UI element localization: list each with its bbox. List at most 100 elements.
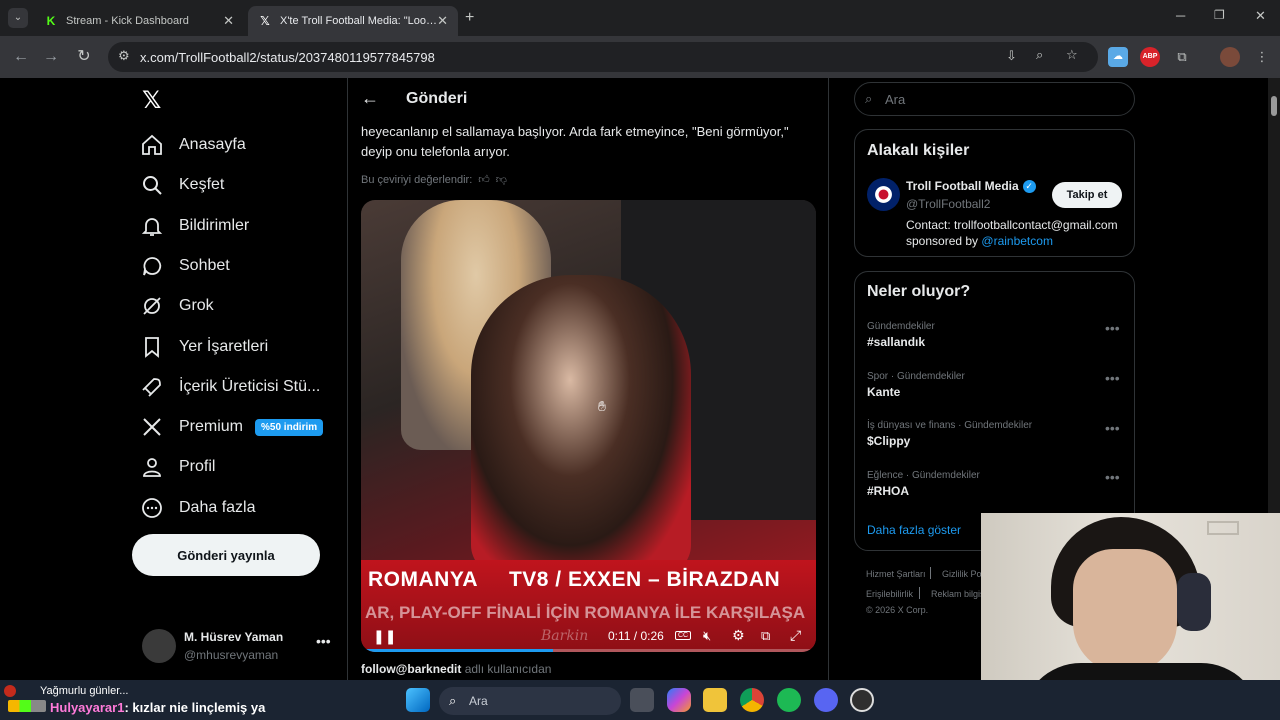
minimize-button[interactable]: ─ [1176, 8, 1185, 23]
account-name: M. Hüsrev Yaman [184, 630, 284, 644]
windows-start-icon[interactable] [406, 688, 430, 712]
search-input[interactable]: ⌕ Ara [854, 82, 1135, 116]
nav-notifications[interactable]: Bildirimler [140, 210, 249, 242]
mouse-cursor-icon: ✋︎ [598, 398, 606, 414]
credit-user-link[interactable]: follow@barknedit [361, 662, 461, 676]
zoom-icon[interactable]: ⌕ [1036, 47, 1043, 63]
kick-logo-icon: K [46, 14, 56, 28]
tab-kick-dashboard[interactable]: K Stream - Kick Dashboard ✕ [34, 6, 244, 36]
back-arrow-icon[interactable]: ← [361, 88, 379, 109]
trend-item[interactable]: Spor · Gündemdekiler Kante [867, 371, 965, 399]
profile-avatar[interactable] [1220, 47, 1240, 67]
site-info-icon[interactable]: ⚙ [118, 48, 130, 64]
video-time: 0:11 / 0:26 [608, 629, 664, 643]
extensions-puzzle-icon[interactable]: ⧉ [1172, 47, 1192, 67]
obs-icon[interactable] [850, 688, 874, 712]
sponsor-link[interactable]: @rainbetcom [981, 234, 1053, 248]
show-more-link[interactable]: Daha fazla göster [867, 523, 961, 537]
x-logo-icon [143, 418, 161, 436]
home-icon [142, 134, 162, 155]
nav-more[interactable]: Daha fazla [140, 492, 256, 524]
related-title: Alakalı kişiler [867, 142, 970, 159]
nav-creator-studio[interactable]: İçerik Üreticisi Stü... [140, 371, 320, 403]
settings-gear-icon[interactable]: ⚙ [732, 627, 745, 644]
file-explorer-icon[interactable] [703, 688, 727, 712]
nav-explore[interactable]: Keşfet [140, 169, 224, 201]
browser-menu-icon[interactable]: ⋮ [1252, 47, 1272, 67]
footer-divider [930, 567, 931, 579]
search-icon: ⌕ [449, 693, 457, 708]
footer-divider [919, 587, 920, 599]
x-logo[interactable]: 𝕏 [142, 86, 161, 115]
post-button[interactable]: Gönderi yayınla [132, 534, 320, 576]
nav-home[interactable]: Anasayfa [140, 129, 246, 161]
scrollbar-thumb[interactable] [1271, 96, 1277, 116]
premium-discount-badge: %50 indirim [255, 418, 324, 436]
tab-x-post[interactable]: 𝕏 X'te Troll Football Media: "Look at ✕ [248, 6, 458, 36]
picture-in-picture-icon[interactable]: ⧉ [761, 628, 770, 644]
rocket-icon [142, 378, 161, 397]
extension-cloud-icon[interactable]: ☁ [1108, 47, 1128, 67]
captions-icon[interactable]: CC [675, 631, 692, 640]
bookmark-star-icon[interactable]: ☆ [1066, 47, 1078, 63]
footer-ads-link[interactable]: Reklam bilgisi [931, 589, 987, 599]
back-arrow-icon[interactable]: ← [10, 46, 32, 68]
forward-arrow-icon[interactable]: → [40, 46, 62, 68]
related-person-name[interactable]: Troll Football Media ✓ [906, 179, 1036, 193]
trend-item[interactable]: Gündemdekiler #sallandık [867, 321, 935, 349]
trend-item[interactable]: İş dünyası ve finans · Gündemdekiler $Cl… [867, 420, 1032, 448]
notification-badge [4, 685, 16, 697]
more-dots-icon[interactable]: ••• [1105, 469, 1120, 485]
thumbs-up-icon[interactable]: 👍︎ [478, 173, 490, 186]
rate-translation: Bu çeviriyi değerlendir: 👍︎ 👎︎ [361, 173, 507, 187]
bell-icon [141, 218, 163, 236]
video-player[interactable]: ROMANYA TV8 / EXXEN – BİRAZDAN AR, PLAY-… [361, 200, 816, 652]
reload-icon[interactable]: ↻ [73, 46, 95, 68]
webcam-headset [1177, 573, 1211, 631]
nav-premium[interactable]: Premium %50 indirim [140, 411, 324, 443]
more-dots-icon[interactable]: ••• [1105, 320, 1120, 336]
close-tab-icon[interactable]: ✕ [437, 13, 448, 29]
more-dots-icon[interactable]: ••• [1105, 420, 1120, 436]
spotify-icon[interactable] [777, 688, 801, 712]
x-logo-icon: 𝕏 [260, 14, 270, 28]
video-watermark: Barkin [541, 628, 589, 644]
nav-chat[interactable]: Sohbet [140, 250, 230, 282]
chat-overlay-top: Yağmurlu günler... [4, 685, 128, 697]
thumbs-down-icon[interactable]: 👎︎ [496, 173, 507, 186]
footer-accessibility-link[interactable]: Erişilebilirlik [866, 589, 913, 599]
follow-button[interactable]: Takip et [1052, 182, 1122, 208]
fullscreen-icon[interactable]: ⤢ [790, 627, 801, 644]
more-dots-icon[interactable]: ••• [316, 633, 331, 649]
calculator-icon[interactable] [630, 688, 654, 712]
pause-icon[interactable]: ❚❚ [373, 628, 396, 645]
footer-copyright: © 2026 X Corp. [866, 605, 929, 615]
footer-terms-link[interactable]: Hizmet Şartları [866, 569, 926, 579]
related-people-card: Alakalı kişiler Troll Football Media ✓ @… [854, 129, 1135, 257]
nav-profile[interactable]: Profil [140, 451, 215, 483]
nav-bookmarks[interactable]: Yer İşaretleri [140, 331, 268, 363]
close-window-button[interactable]: ✕ [1255, 8, 1266, 24]
trend-item[interactable]: Eğlence · Gündemdekiler #RHOA [867, 470, 980, 498]
chrome-icon[interactable] [740, 688, 764, 712]
account-switcher[interactable]: M. Hüsrev Yaman @mhusrevyaman ••• [140, 627, 335, 665]
chat-overlay-message: Hulyayarar1: kızlar nie linçlemiş ya [8, 700, 265, 715]
avatar[interactable] [867, 178, 900, 211]
nav-grok[interactable]: Grok [140, 290, 214, 322]
footer-privacy-link[interactable]: Gizlilik Po [942, 569, 982, 579]
new-tab-button[interactable]: + [465, 9, 474, 27]
discord-icon[interactable] [814, 688, 838, 712]
taskbar-search[interactable]: ⌕ Ara [439, 687, 621, 715]
search-icon: ⌕ [865, 91, 873, 106]
mute-icon[interactable]: 🔇︎ [703, 628, 711, 644]
close-tab-icon[interactable]: ✕ [223, 13, 234, 29]
address-bar[interactable]: ⚙ x.com/TrollFootball2/status/2037480119… [108, 42, 1098, 72]
copilot-icon[interactable] [667, 688, 691, 712]
video-progress-track[interactable] [361, 649, 816, 652]
install-app-icon[interactable]: ⇩ [1006, 48, 1017, 64]
more-dots-icon[interactable]: ••• [1105, 370, 1120, 386]
adblock-icon[interactable]: ABP [1140, 47, 1160, 67]
more-circle-icon [142, 498, 162, 518]
maximize-button[interactable]: ❐ [1214, 8, 1225, 22]
tab-list-icon[interactable]: ⌄ [8, 8, 28, 28]
